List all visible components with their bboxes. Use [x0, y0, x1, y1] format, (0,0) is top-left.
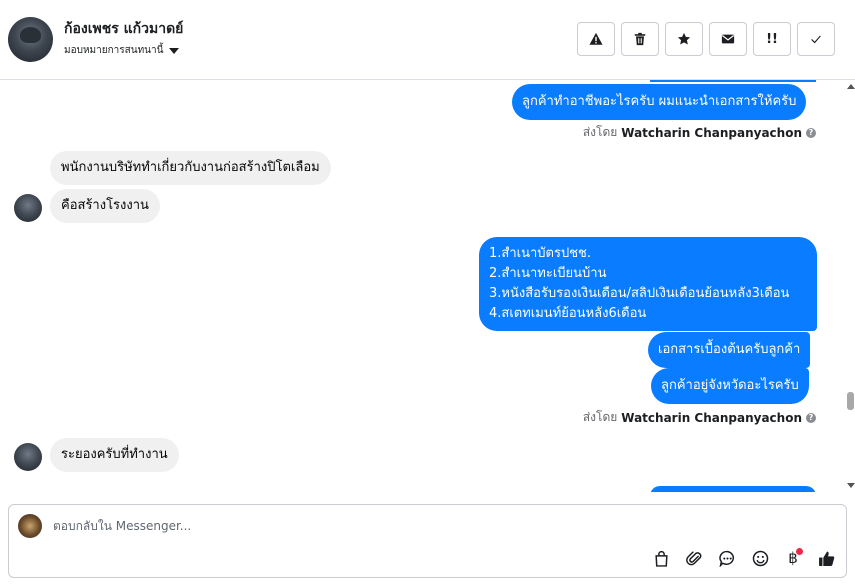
star-icon [677, 32, 691, 45]
sent-by-prefix: ส่งโดย [582, 410, 618, 424]
message-text: ลูกค้าอยู่จังหวัดอะไรครับ [661, 378, 799, 393]
scroll-up-arrow-icon[interactable] [847, 84, 855, 89]
message-text: ลูกค้าทำอาชีพอะไรครับ ผมแนะนำเอกสารให้คร… [522, 94, 797, 109]
page-avatar [18, 514, 42, 538]
help-icon[interactable]: ? [806, 127, 816, 138]
message-bubble-incoming[interactable]: ระยองครับที่ทำงาน [50, 438, 179, 472]
message-text: ระยองครับที่ทำงาน [61, 447, 168, 462]
reply-input[interactable] [53, 516, 753, 536]
thread-scrollbar[interactable] [846, 80, 855, 492]
message-bubble-outgoing-partial [650, 80, 816, 82]
contact-avatar[interactable] [8, 17, 53, 62]
done-button[interactable] [797, 22, 835, 56]
message-bubble-outgoing[interactable]: ลูกค้าทำอาชีพอะไรครับ ผมแนะนำเอกสารให้คร… [512, 84, 807, 120]
message-text: เอกสารเบื้องต้นครับลูกค้า [658, 342, 801, 357]
star-button[interactable] [665, 22, 703, 56]
message-line: 1.สำเนาบัตรปชช. [489, 246, 591, 261]
contact-avatar-small[interactable] [14, 194, 42, 222]
follow-up-button[interactable]: !! [753, 22, 791, 56]
help-icon[interactable]: ? [806, 412, 816, 423]
message-bubble-incoming[interactable]: คือสร้างโรงงาน [50, 189, 160, 223]
attach-button[interactable] [684, 548, 704, 568]
trash-icon [634, 32, 646, 46]
composer-toolbar: ฿ [651, 548, 836, 568]
delete-button[interactable] [621, 22, 659, 56]
message-line: 4.สเตทเมนท์ย้อนหลัง6เดือน [489, 306, 647, 321]
notification-dot [796, 548, 803, 555]
mark-unread-button[interactable] [709, 22, 747, 56]
sent-by-label: ส่งโดย Watcharin Chanpanyachon ? [583, 123, 816, 142]
message-bubble-outgoing-partial [650, 486, 816, 492]
saved-replies-button[interactable] [717, 548, 737, 568]
sent-by-label: ส่งโดย Watcharin Chanpanyachon ? [583, 408, 816, 427]
sender-name: Watcharin Chanpanyachon [621, 410, 802, 425]
scroll-down-arrow-icon[interactable] [847, 483, 855, 488]
payment-button[interactable]: ฿ [783, 548, 803, 568]
sent-by-prefix: ส่งโดย [582, 125, 618, 139]
shop-button[interactable] [651, 548, 671, 568]
caret-down-icon [169, 47, 180, 54]
conversation-header: ก้องเพชร แก้วมาดย์ มอบหมายการสนทนานี้ !! [0, 0, 855, 80]
report-button[interactable] [577, 22, 615, 56]
emoji-icon [752, 550, 768, 566]
envelope-icon [721, 34, 735, 44]
message-line: 3.หนังสือรับรองเงินเดือน/สลิปเงินเดือนย้… [489, 286, 790, 301]
attachment-icon [685, 550, 701, 565]
bag-icon [654, 550, 668, 567]
like-button[interactable] [816, 548, 836, 568]
contact-avatar-small[interactable] [14, 443, 42, 471]
saved-replies-icon [718, 550, 734, 567]
assign-conversation-label: มอบหมายการสนทนานี้ [64, 45, 164, 56]
sender-name: Watcharin Chanpanyachon [621, 125, 802, 140]
message-bubble-outgoing[interactable]: ลูกค้าอยู่จังหวัดอะไรครับ [651, 368, 809, 404]
message-thread[interactable]: ลูกค้าทำอาชีพอะไรครับ ผมแนะนำเอกสารให้คร… [0, 80, 846, 492]
header-actions: !! [577, 22, 835, 56]
message-text: คือสร้างโรงงาน [61, 198, 149, 213]
follow-up-icon: !! [766, 31, 778, 47]
message-text: พนักงานบริษัททำเกี่ยวกับงานก่อสร้างปิโตเ… [61, 160, 320, 175]
warning-icon [589, 32, 603, 45]
thumbs-up-icon [818, 551, 834, 566]
message-bubble-incoming[interactable]: พนักงานบริษัททำเกี่ยวกับงานก่อสร้างปิโตเ… [50, 151, 331, 185]
scroll-thumb[interactable] [847, 392, 854, 410]
check-icon [811, 35, 821, 44]
message-bubble-outgoing[interactable]: 1.สำเนาบัตรปชช. 2.สำเนาทะเบียนบ้าน 3.หนั… [479, 237, 817, 331]
reply-composer: ฿ [8, 504, 847, 578]
assign-conversation-dropdown[interactable]: มอบหมายการสนทนานี้ [64, 43, 180, 58]
message-line: 2.สำเนาทะเบียนบ้าน [489, 266, 607, 281]
emoji-button[interactable] [750, 548, 770, 568]
contact-name[interactable]: ก้องเพชร แก้วมาดย์ [64, 18, 183, 40]
message-bubble-outgoing[interactable]: เอกสารเบื้องต้นครับลูกค้า [648, 332, 811, 368]
